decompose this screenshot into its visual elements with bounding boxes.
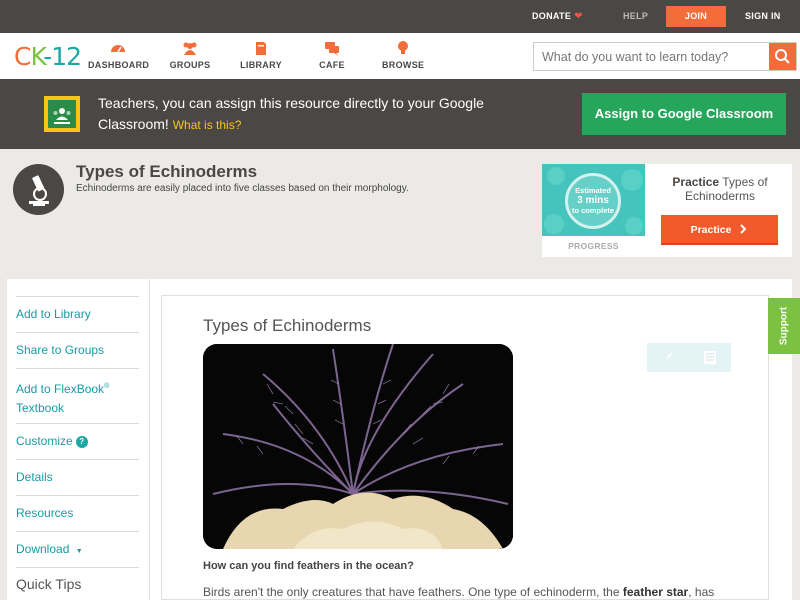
- help-icon[interactable]: ?: [75, 436, 88, 448]
- nav-library[interactable]: LIBRARY: [240, 40, 282, 70]
- share-to-groups-link[interactable]: Share to Groups: [16, 332, 139, 360]
- quick-tips-heading[interactable]: Quick Tips: [16, 576, 81, 592]
- customize-label: Customize: [16, 434, 73, 448]
- google-classroom-icon: [44, 96, 80, 132]
- add-to-flexbook-link[interactable]: Add to FlexBook® Textbook: [16, 368, 139, 418]
- heart-icon: ❤: [574, 11, 583, 22]
- paragraph-start: Birds aren't the only creatures that hav…: [203, 585, 623, 599]
- lesson-question: How can you find feathers in the ocean?: [203, 560, 414, 572]
- estimate-minutes: 3 mins: [577, 195, 609, 206]
- support-label: Support: [778, 306, 790, 346]
- groups-icon: [183, 42, 197, 55]
- assign-google-classroom-button[interactable]: Assign to Google Classroom: [582, 93, 786, 135]
- support-tab[interactable]: Support: [768, 298, 800, 354]
- lightbulb-icon: [398, 41, 408, 54]
- nav-dashboard-label: DASHBOARD: [88, 60, 150, 70]
- join-button[interactable]: JOIN: [666, 6, 726, 27]
- estimate-suffix: to complete: [571, 206, 615, 215]
- what-is-this-link[interactable]: What is this?: [173, 118, 242, 132]
- banner-message: Teachers, you can assign this resource d…: [98, 95, 484, 132]
- nav-groups-label: GROUPS: [169, 60, 211, 70]
- search-button[interactable]: [769, 43, 796, 70]
- nav-browse-label: BROWSE: [382, 60, 425, 70]
- practice-title: Practice Types of Echinoderms: [660, 175, 780, 203]
- practice-card: Estimated 3 mins to complete PROGRESS Pr…: [542, 164, 792, 257]
- page-title: Types of Echinoderms: [76, 162, 258, 181]
- search-box: [533, 42, 797, 71]
- add-to-library-link[interactable]: Add to Library: [16, 296, 139, 324]
- estimate-label: Estimated: [575, 186, 611, 195]
- notes-button[interactable]: [689, 343, 731, 372]
- annotation-tools: [647, 343, 731, 372]
- practice-prefix: Practice: [672, 175, 720, 189]
- google-classroom-banner: Teachers, you can assign this resource d…: [0, 79, 800, 149]
- nav-browse[interactable]: BROWSE: [382, 40, 424, 70]
- sign-in-link[interactable]: SIGN IN: [745, 0, 781, 33]
- nav-dashboard[interactable]: DASHBOARD: [88, 40, 150, 70]
- estimate-ring: Estimated 3 mins to complete: [565, 173, 621, 229]
- library-icon: [256, 42, 266, 55]
- logo-12: -12: [43, 42, 82, 71]
- nav-groups[interactable]: GROUPS: [168, 40, 212, 70]
- download-link[interactable]: Download ▼: [16, 531, 139, 561]
- lesson-title: Types of Echinoderms: [203, 316, 372, 335]
- dashboard-icon: [111, 45, 125, 53]
- banner-text: Teachers, you can assign this resource d…: [98, 93, 498, 136]
- progress-label: PROGRESS: [568, 241, 619, 251]
- page-subtitle: Echinoderms are easily placed into five …: [76, 183, 409, 194]
- pencil-button[interactable]: [647, 343, 689, 372]
- help-link[interactable]: HELP: [623, 0, 648, 33]
- practice-button-label: Practice: [690, 224, 732, 236]
- caret-down-icon: ▼: [75, 548, 83, 555]
- donate-label: DONATE: [532, 11, 572, 21]
- microscope-icon: [13, 164, 64, 215]
- pencil-icon: [666, 352, 673, 363]
- add-to-flexbook-label: Add to FlexBook: [16, 382, 105, 396]
- resources-link[interactable]: Resources: [16, 495, 139, 523]
- top-bar: DONATE ❤ HELP JOIN SIGN IN: [0, 0, 800, 33]
- logo-c: C: [14, 42, 31, 71]
- donate-link[interactable]: DONATE ❤: [532, 0, 583, 33]
- main-nav: CK-12 DASHBOARD GROUPS LIBRARY CAFE BROW…: [0, 33, 800, 79]
- logo-k: K: [30, 42, 44, 71]
- registered-mark: ®: [104, 383, 110, 390]
- details-link[interactable]: Details: [16, 459, 139, 487]
- nav-cafe[interactable]: CAFE: [318, 40, 346, 70]
- paragraph-end: , has: [688, 585, 715, 599]
- customize-link[interactable]: Customize?: [16, 423, 139, 451]
- download-label: Download: [16, 542, 70, 556]
- sidebar-divider: [16, 567, 139, 568]
- feather-star-image[interactable]: [203, 344, 513, 549]
- sidebar: Add to Library Share to Groups Add to Fl…: [7, 279, 150, 600]
- lesson-paragraph: Birds aren't the only creatures that hav…: [203, 585, 763, 599]
- search-icon: [775, 49, 790, 64]
- notes-icon: [704, 351, 716, 364]
- nav-library-label: LIBRARY: [240, 60, 282, 70]
- ck12-logo[interactable]: CK-12: [14, 42, 82, 71]
- practice-button[interactable]: Practice: [661, 215, 778, 245]
- progress-badge: Estimated 3 mins to complete: [542, 164, 645, 236]
- lesson-content: Types of Echinoderms How can you find fe…: [161, 295, 769, 600]
- chat-bubble-icon: [325, 42, 339, 56]
- add-to-flexbook-textbook: Textbook: [16, 401, 65, 415]
- search-input[interactable]: [542, 43, 767, 70]
- chevron-right-icon: [740, 224, 747, 234]
- nav-cafe-label: CAFE: [319, 60, 345, 70]
- paragraph-term: feather star: [622, 585, 689, 599]
